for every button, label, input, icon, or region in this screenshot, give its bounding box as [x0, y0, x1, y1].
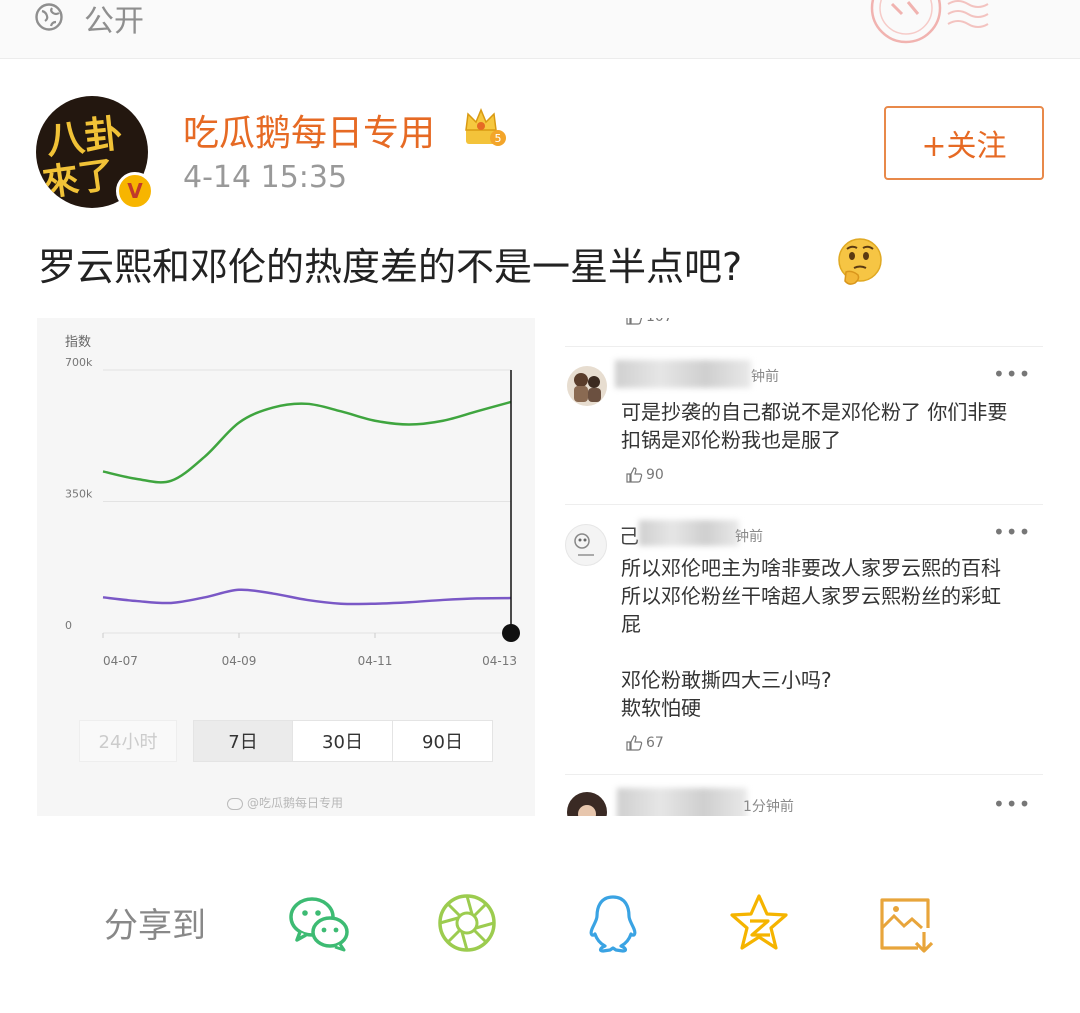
range-90d-button[interactable]: 90日	[392, 720, 493, 762]
commenter-avatar[interactable]	[567, 792, 607, 816]
like-count: 107	[646, 318, 673, 325]
series-line-0	[102, 400, 512, 484]
comment-divider	[565, 774, 1043, 775]
postmark-stamp-icon	[870, 0, 989, 44]
y-tick-label: 700k	[65, 356, 93, 369]
comment-text: 所以邓伦吧主为啥非要改人家罗云熙的百科 所以邓伦粉丝干啥超人家罗云熙粉丝的彩虹 …	[621, 554, 1041, 722]
comment-line: 屁	[621, 612, 641, 636]
x-tick-label: 04-13	[482, 654, 517, 668]
comment-line: 所以邓伦粉丝干啥超人家罗云熙粉丝的彩虹	[621, 584, 1001, 608]
comment-time: 钟前	[735, 529, 763, 545]
more-options-icon[interactable]: •••	[993, 520, 1031, 544]
author-name[interactable]: 吃瓜鹅每日专用	[183, 104, 435, 156]
x-tick-label: 04-09	[222, 654, 257, 668]
qq-icon[interactable]	[582, 892, 644, 954]
range-30d-button[interactable]: 30日	[292, 720, 393, 762]
thumbs-up-icon	[626, 735, 643, 751]
index-chart-panel: 指数 700k 350k 0 04-07 04-09 04-11 04-13 24小时 7日 …	[37, 318, 535, 816]
commenter-name-blurred	[639, 520, 739, 546]
comment-line	[621, 638, 1041, 666]
thinking-face-emoji	[838, 238, 882, 285]
series-line-1	[102, 588, 512, 606]
commenter-avatar-icon	[574, 373, 601, 402]
more-options-icon[interactable]: •••	[993, 362, 1031, 386]
comment-divider	[565, 346, 1043, 347]
thumbs-up-icon	[626, 467, 643, 483]
comment-line: 邓伦粉敢撕四大三小吗?	[621, 668, 832, 692]
hover-cursor-dot	[502, 624, 520, 642]
commenter-avatar-icon	[574, 533, 594, 556]
moments-icon[interactable]	[436, 892, 498, 954]
more-options-icon[interactable]: •••	[993, 792, 1031, 816]
x-tick-label: 04-11	[358, 654, 393, 668]
comment-text: 可是抄袭的自己都说不是邓伦粉了 你们非要 扣锅是邓伦粉我也是服了	[621, 398, 1041, 454]
comment-divider	[565, 504, 1043, 505]
like-count: 90	[646, 467, 664, 483]
commenter-name-blurred	[615, 360, 751, 388]
range-24h-button: 24小时	[79, 720, 177, 762]
like-count: 67	[646, 735, 664, 751]
y-axis-label: 指数	[65, 335, 91, 350]
commenter-name[interactable]: 己	[619, 520, 639, 549]
comment-time: 钟前	[751, 369, 779, 385]
commenter-avatar[interactable]	[565, 524, 607, 566]
comment-like[interactable]: 67	[625, 734, 664, 752]
post-text: 罗云熙和邓伦的热度差的不是一星半点吧?	[38, 245, 743, 289]
avatar-text: 來了	[39, 154, 118, 205]
thumbs-up-icon	[626, 318, 643, 325]
y-tick-label: 0	[65, 619, 72, 632]
commenter-avatar-icon	[578, 805, 596, 816]
range-7d-button[interactable]: 7日	[193, 720, 293, 762]
svg-text:5: 5	[495, 132, 502, 145]
index-line-chart: 指数 700k 350k 0 04-07 04-09 04-11 04-13	[65, 335, 520, 668]
weibo-logo-icon	[227, 797, 243, 810]
qzone-icon[interactable]	[728, 892, 790, 954]
wechat-icon[interactable]	[288, 892, 350, 954]
visibility-label: 公开	[84, 4, 144, 39]
comment-line: 扣锅是邓伦粉我也是服了	[621, 428, 841, 452]
commenter-name-blurred	[617, 788, 747, 816]
follow-button[interactable]: +关注	[884, 106, 1044, 180]
globe-icon	[35, 3, 63, 31]
comment-line: 欺软怕硬	[621, 696, 701, 720]
watermark-text: @吃瓜鹅每日专用	[247, 796, 344, 810]
comment-line: 所以邓伦吧主为啥非要改人家罗云熙的百科	[621, 556, 1001, 580]
commenter-avatar[interactable]	[567, 366, 607, 406]
chart-watermark: @吃瓜鹅每日专用	[227, 794, 343, 811]
share-label: 分享到	[104, 906, 206, 946]
comments-screenshot: 107 钟前 ••• 可是抄袭的自己都说不是邓伦粉了 你们非要 扣锅是邓伦粉我也…	[565, 318, 1043, 816]
y-tick-label: 350k	[65, 488, 93, 501]
verified-badge-icon: V	[116, 172, 154, 210]
post-timestamp: 4-14 15:35	[183, 160, 348, 195]
comment-line: 可是抄袭的自己都说不是邓伦粉了 你们非要	[621, 400, 1008, 424]
comment-like[interactable]: 90	[625, 466, 664, 484]
crown-level-icon: 5	[465, 108, 506, 146]
comment-like[interactable]: 107	[625, 318, 673, 326]
save-image-icon[interactable]	[874, 892, 936, 954]
x-tick-label: 04-07	[103, 654, 138, 668]
comment-time: 1分钟前	[743, 799, 794, 815]
